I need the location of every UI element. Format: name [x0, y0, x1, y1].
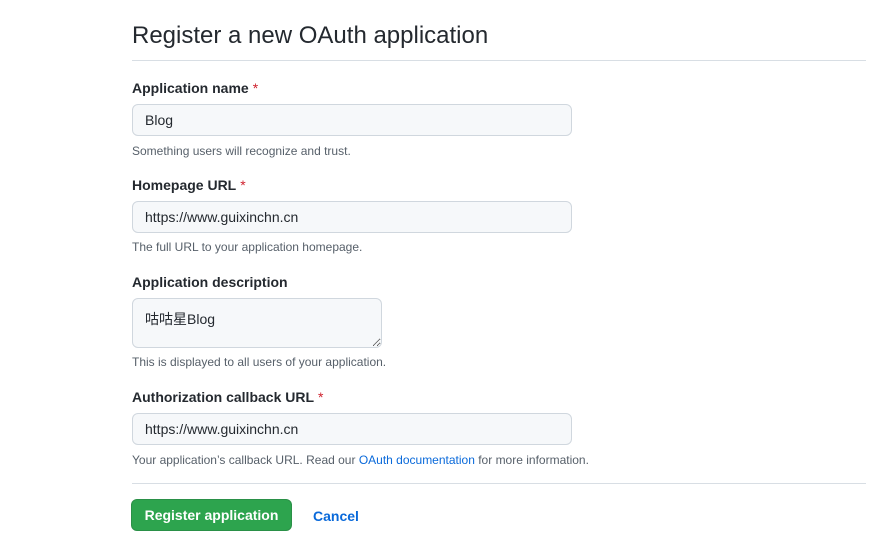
page-title: Register a new OAuth application: [132, 22, 489, 49]
callback-note-prefix: Your application’s callback URL. Read ou…: [132, 453, 359, 467]
callback-url-label-text: Authorization callback URL: [132, 389, 315, 405]
required-marker: *: [318, 389, 324, 405]
app-name-label: Application name *: [132, 78, 258, 98]
required-marker: *: [240, 177, 246, 193]
description-textarea[interactable]: 咕咕星Blog: [132, 298, 382, 348]
form-divider: [132, 483, 866, 484]
callback-url-note: Your application’s callback URL. Read ou…: [132, 451, 589, 469]
app-name-label-text: Application name: [132, 80, 249, 96]
homepage-url-note: The full URL to your application homepag…: [132, 240, 363, 254]
title-divider: [132, 60, 866, 61]
homepage-url-label-text: Homepage URL: [132, 177, 237, 193]
description-label: Application description: [132, 272, 288, 292]
callback-url-input[interactable]: [132, 413, 572, 445]
callback-note-suffix: for more information.: [474, 453, 589, 467]
app-name-input[interactable]: [132, 104, 572, 136]
app-name-note: Something users will recognize and trust…: [132, 144, 351, 158]
homepage-url-input[interactable]: [132, 201, 572, 233]
callback-url-label: Authorization callback URL *: [132, 387, 323, 407]
cancel-link[interactable]: Cancel: [313, 506, 359, 526]
homepage-url-label: Homepage URL *: [132, 175, 246, 195]
oauth-documentation-link[interactable]: OAuth documentation: [359, 453, 475, 467]
register-application-button[interactable]: Register application: [131, 499, 292, 531]
description-note: This is displayed to all users of your a…: [132, 355, 387, 369]
required-marker: *: [252, 80, 259, 96]
description-label-text: Application description: [132, 274, 288, 290]
